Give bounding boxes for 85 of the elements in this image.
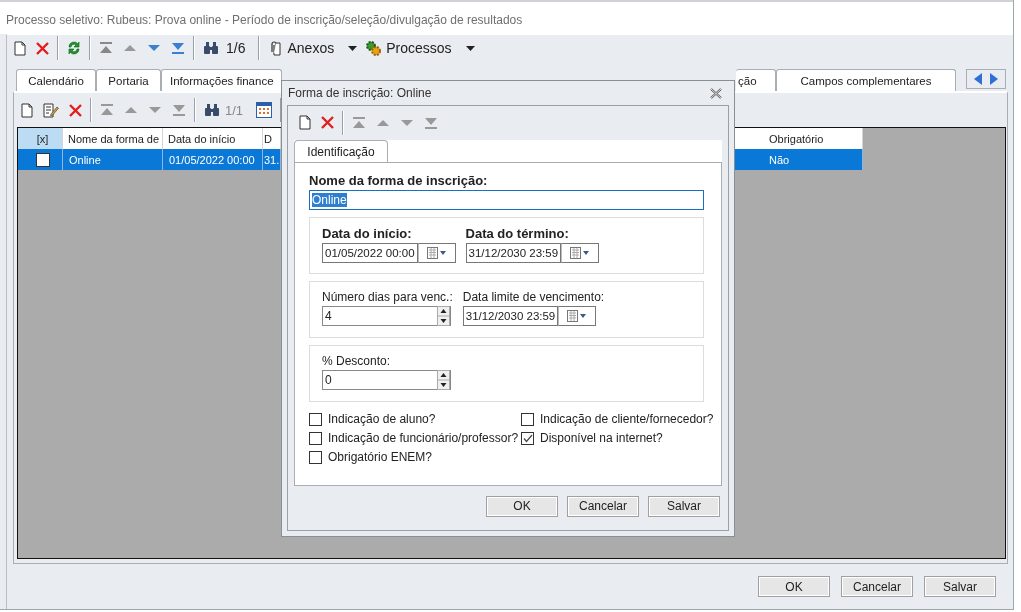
checkbox-label: Indicação de funcionário/professor? xyxy=(328,431,519,445)
first-record-icon[interactable] xyxy=(100,104,114,116)
delete-icon[interactable] xyxy=(321,116,334,129)
checkbox[interactable] xyxy=(309,450,322,464)
delete-icon[interactable] xyxy=(36,41,49,55)
refresh-icon[interactable] xyxy=(67,40,81,56)
binoculars-icon[interactable] xyxy=(203,41,219,55)
tab[interactable]: Campos complementares xyxy=(776,69,956,91)
record-counter: 1/6 xyxy=(226,40,246,56)
spin-buttons-icon[interactable] xyxy=(437,306,450,326)
date-field[interactable]: 01/05/2022 00:00 xyxy=(322,243,418,263)
tab[interactable]: Portaria xyxy=(96,69,161,91)
last-record-icon[interactable] xyxy=(424,116,438,129)
checkbox[interactable] xyxy=(521,431,534,445)
previous-record-icon[interactable] xyxy=(124,106,138,114)
number-field[interactable]: 0 xyxy=(322,370,451,390)
field-label: Data limite de vencimento: xyxy=(462,290,605,304)
column-header: Data do início xyxy=(163,128,263,149)
new-document-icon[interactable] xyxy=(14,40,26,56)
dialog-title: Forma de inscrição: Online xyxy=(288,86,432,100)
delete-icon[interactable] xyxy=(69,103,82,117)
tab[interactable]: Calendário xyxy=(16,69,96,91)
field-label: % Desconto: xyxy=(322,354,392,368)
calendar-icon[interactable] xyxy=(426,247,447,259)
dialog-button[interactable]: Salvar xyxy=(648,495,720,517)
field-label: Data do término: xyxy=(465,226,570,241)
gears-icon xyxy=(365,40,383,56)
first-record-icon[interactable] xyxy=(99,42,113,54)
new-document-icon[interactable] xyxy=(299,115,311,130)
previous-record-icon[interactable] xyxy=(123,44,137,52)
checkbox-label: Disponível na internet? xyxy=(540,431,663,445)
spin-buttons-icon[interactable] xyxy=(437,370,450,390)
new-document-icon[interactable] xyxy=(21,102,33,118)
edit-document-icon[interactable] xyxy=(43,102,59,118)
calendar-icon[interactable] xyxy=(570,247,591,259)
checkbox[interactable] xyxy=(521,412,534,426)
number-field[interactable]: 4 xyxy=(322,306,451,326)
caret-icon xyxy=(348,45,358,51)
footer-button[interactable]: Cancelar xyxy=(841,576,913,597)
column-header: Obrigatório xyxy=(735,128,863,149)
last-record-icon[interactable] xyxy=(171,42,185,54)
next-record-icon[interactable] xyxy=(148,106,162,114)
table-cell: Não xyxy=(735,149,863,170)
field-label: Data do início: xyxy=(322,226,413,241)
column-header: D xyxy=(263,128,281,149)
checkbox[interactable] xyxy=(36,152,50,167)
dialog-button[interactable]: Cancelar xyxy=(567,495,639,517)
checkbox[interactable] xyxy=(309,412,322,426)
row-selector-cell[interactable] xyxy=(18,149,63,170)
tab[interactable]: Identificação xyxy=(294,140,388,162)
date-field[interactable]: 31/12/2030 23:59 xyxy=(462,306,559,326)
footer-button[interactable]: Salvar xyxy=(924,576,996,597)
next-record-icon[interactable] xyxy=(147,44,161,52)
calendar-dropdown-button[interactable] xyxy=(417,243,456,263)
calendar-dropdown-button[interactable] xyxy=(561,243,600,263)
calendar-icon[interactable] xyxy=(567,310,588,322)
table-cell: 01/05/2022 00:00 xyxy=(163,149,263,170)
checkbox-label: Indicação de aluno? xyxy=(328,412,436,426)
table-cell: Online xyxy=(63,149,163,170)
close-icon[interactable] xyxy=(710,87,722,99)
tab[interactable]: Informações finance xyxy=(161,69,282,91)
window-title: Processo seletivo: Rubeus: Prova online - Período de inscrição/seleção/divulgação de resultados xyxy=(0,0,1013,34)
menu-button[interactable]: Processos xyxy=(361,40,479,56)
field-label: Número dias para venc.: xyxy=(322,290,453,304)
checkbox[interactable] xyxy=(309,431,322,445)
footer-button[interactable]: OK xyxy=(758,576,830,597)
caret-icon xyxy=(465,45,475,51)
tab[interactable]: ção xyxy=(736,69,776,91)
binoculars-icon[interactable] xyxy=(204,103,220,117)
first-record-icon[interactable] xyxy=(352,116,366,129)
column-header: [x] xyxy=(18,128,63,149)
last-record-icon[interactable] xyxy=(172,104,186,116)
calendar-dropdown-button[interactable] xyxy=(558,306,597,326)
dialog-button[interactable]: OK xyxy=(486,495,558,517)
grid-view-icon[interactable] xyxy=(256,102,273,118)
table-cell: 31. xyxy=(263,149,281,170)
tab-scroll-arrows-icon[interactable] xyxy=(966,69,1006,89)
column-header: Nome da forma de xyxy=(63,128,163,149)
input-field[interactable]: Online xyxy=(309,190,704,210)
menu-button[interactable]: Anexos xyxy=(263,40,362,56)
date-field[interactable]: 31/12/2030 23:59 xyxy=(465,243,562,263)
field-label: Nome da forma de inscrição: xyxy=(309,173,489,188)
checkbox-label: Indicação de cliente/fornecedor? xyxy=(540,412,714,426)
record-counter: 1/1 xyxy=(225,102,244,118)
checkbox-label: Obrigatório ENEM? xyxy=(328,450,433,464)
